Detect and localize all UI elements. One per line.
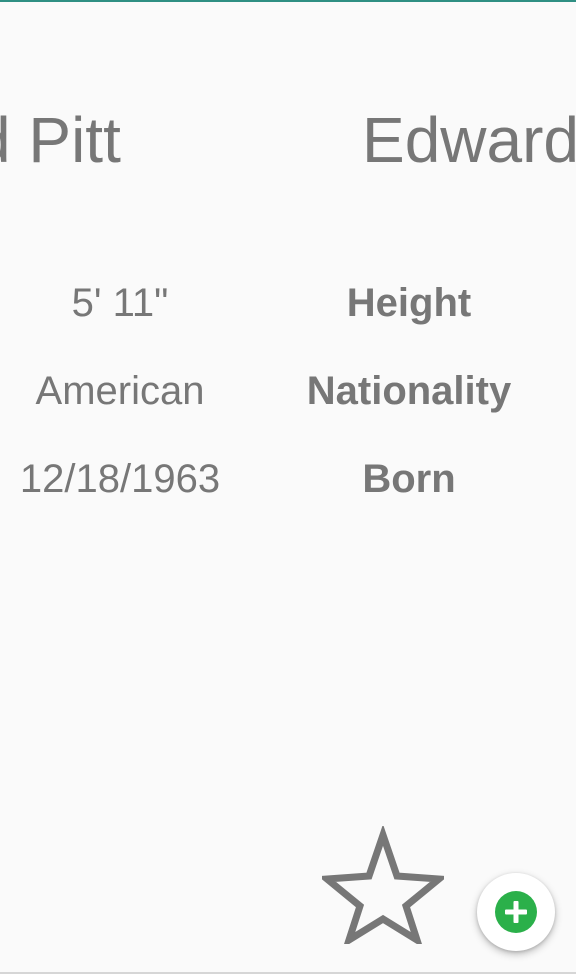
born-value: 12/18/1963: [19, 457, 221, 501]
nationality-label: Nationality: [306, 369, 512, 413]
height-label: Height: [346, 281, 472, 325]
plus-circle-icon: [495, 891, 537, 933]
person-name-left: d Pitt: [0, 104, 121, 176]
nationality-value: American: [35, 369, 205, 413]
born-label: Born: [362, 457, 456, 501]
screen: d Pitt Edward 5' 11" Height American Nat…: [0, 0, 576, 974]
person-name-right: Edward: [362, 104, 576, 176]
top-accent-bar: [0, 0, 576, 2]
add-button[interactable]: [477, 873, 555, 951]
height-value: 5' 11": [71, 281, 169, 325]
star-outline-icon: [317, 824, 449, 948]
favorite-button[interactable]: [317, 824, 449, 948]
